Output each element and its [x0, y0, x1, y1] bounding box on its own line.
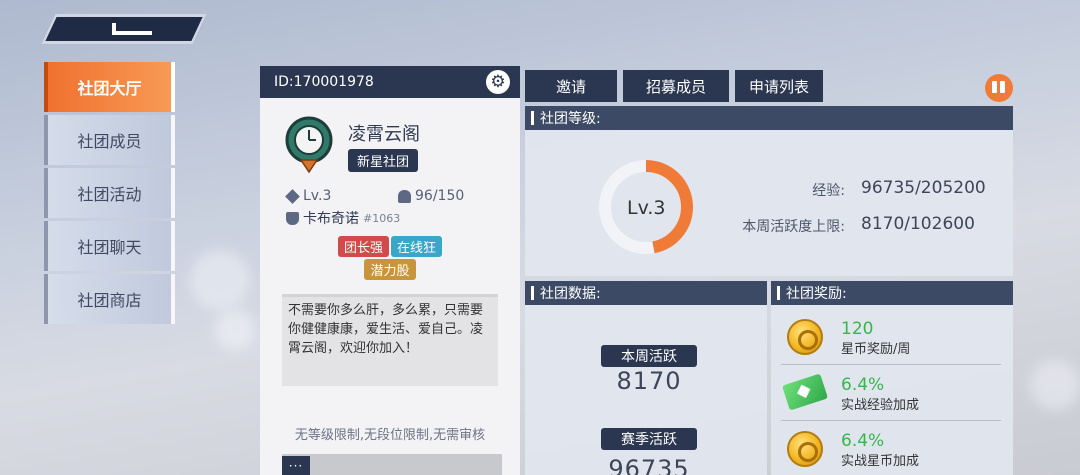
weekly-cap-label: 本周活跃度上限: — [742, 219, 845, 235]
bg-light — [1030, 360, 1080, 410]
shield-icon — [286, 211, 299, 225]
ticket-icon — [781, 373, 829, 411]
level-section-header: 社团等级: — [525, 106, 1013, 130]
section-title: 社团等级: — [540, 111, 601, 127]
exp-label: 经验: — [812, 183, 845, 199]
chat-bar[interactable] — [282, 454, 502, 475]
reward-value: 6.4% — [841, 375, 885, 395]
member-count-value: 96/150 — [415, 188, 465, 204]
season-activity-value: 96735 — [608, 455, 690, 475]
reward-item: 120 星币奖励/周 — [781, 309, 1001, 365]
club-rank-badge: 新星社团 — [348, 149, 419, 172]
club-member-count: 96/150 — [398, 188, 464, 204]
club-level-value: Lv.3 — [303, 188, 332, 204]
rewards-section-header: 社团奖励: — [771, 281, 1013, 305]
back-button[interactable] — [41, 14, 207, 44]
section-title: 社团数据: — [540, 286, 601, 302]
club-tags: 团长强 在线狂 潜力股 — [260, 236, 520, 282]
data-section: 本周活跃 8170 赛季活跃 96735 — [525, 305, 767, 475]
sidebar-item-activities[interactable]: 社团活动 — [44, 168, 175, 218]
back-arrow-icon — [112, 23, 152, 35]
exp-value: 96735/205200 — [861, 178, 986, 198]
club-level: Lv.3 — [285, 188, 332, 204]
club-details-panel: 邀请 招募成员 申请列表 社团等级: Lv.3 经验: 96735/205200… — [525, 70, 1015, 475]
bg-light — [215, 310, 255, 350]
rewards-section: 120 星币奖励/周 6.4% 实战经验加成 6.4% 实战星币加成 — [771, 305, 1013, 475]
club-emblem-icon — [285, 116, 333, 174]
sidebar-item-hall[interactable]: 社团大厅 — [44, 62, 175, 112]
season-activity-label: 赛季活跃 — [601, 428, 697, 450]
level-ring-label: Lv.3 — [627, 197, 666, 219]
reward-label: 实战经验加成 — [841, 398, 920, 413]
club-description: 不需要你多么肝，多么累，只需要你健健康康，爱生活、爱自己。凌霄云阁，欢迎你加入！ — [282, 294, 498, 386]
data-section-header: 社团数据: — [525, 281, 767, 305]
action-tabs: 邀请 招募成员 申请列表 — [525, 70, 823, 102]
club-id: ID:170001978 — [274, 74, 374, 90]
section-title: 社团奖励: — [786, 286, 847, 302]
reward-label: 星币奖励/周 — [841, 342, 911, 357]
sidebar-item-label: 社团活动 — [77, 185, 142, 204]
sidebar-item-members[interactable]: 社团成员 — [44, 115, 175, 165]
coin-icon — [787, 319, 823, 355]
sidebar-item-label: 社团成员 — [77, 132, 142, 151]
sidebar-item-shop[interactable]: 社团商店 — [44, 274, 175, 324]
level-section: Lv.3 经验: 96735/205200 本周活跃度上限: 8170/1026… — [525, 130, 1013, 276]
sidebar-item-chat[interactable]: 社团聊天 — [44, 221, 175, 271]
club-join-limits: 无等级限制,无段位限制,无需审核 — [294, 428, 486, 443]
club-info-card: ID:170001978 ⚙ 凌霄云阁 新星社团 Lv.3 96/150 卡布奇… — [260, 66, 520, 475]
reward-value: 120 — [841, 319, 874, 339]
club-card-header: ID:170001978 ⚙ — [260, 66, 520, 98]
reward-item: 6.4% 实战星币加成 — [781, 421, 1001, 475]
coin-icon — [787, 431, 823, 467]
leader-name: 卡布奇诺 — [303, 211, 359, 227]
gear-icon[interactable]: ⚙ — [486, 70, 510, 94]
chat-button[interactable]: ··· — [282, 456, 310, 475]
leader-tag: #1063 — [363, 211, 401, 225]
sidebar-item-label: 社团大厅 — [77, 79, 142, 98]
reward-item: 6.4% 实战经验加成 — [781, 365, 1001, 421]
club-leader: 卡布奇诺 #1063 — [286, 208, 400, 228]
weekly-cap-value: 8170/102600 — [861, 214, 975, 234]
person-icon — [398, 189, 411, 203]
weekly-activity-label: 本周活跃 — [601, 345, 697, 367]
invite-button[interactable]: 邀请 — [525, 70, 617, 102]
club-name: 凌霄云阁 — [348, 124, 420, 145]
book-icon[interactable] — [985, 74, 1013, 102]
club-tag: 团长强 — [337, 236, 389, 257]
bg-light — [190, 250, 250, 310]
sidebar-nav: 社团大厅 社团成员 社团活动 社团聊天 社团商店 — [44, 62, 175, 327]
level-diamond-icon — [285, 188, 300, 204]
applications-button[interactable]: 申请列表 — [735, 70, 823, 102]
sidebar-item-label: 社团商店 — [77, 291, 142, 310]
club-tag: 潜力股 — [364, 259, 416, 280]
recruit-button[interactable]: 招募成员 — [623, 70, 729, 102]
sidebar-item-label: 社团聊天 — [77, 238, 142, 257]
reward-label: 实战星币加成 — [841, 454, 920, 469]
club-tag: 在线狂 — [391, 236, 443, 257]
weekly-activity-value: 8170 — [616, 367, 682, 395]
reward-value: 6.4% — [841, 431, 885, 451]
